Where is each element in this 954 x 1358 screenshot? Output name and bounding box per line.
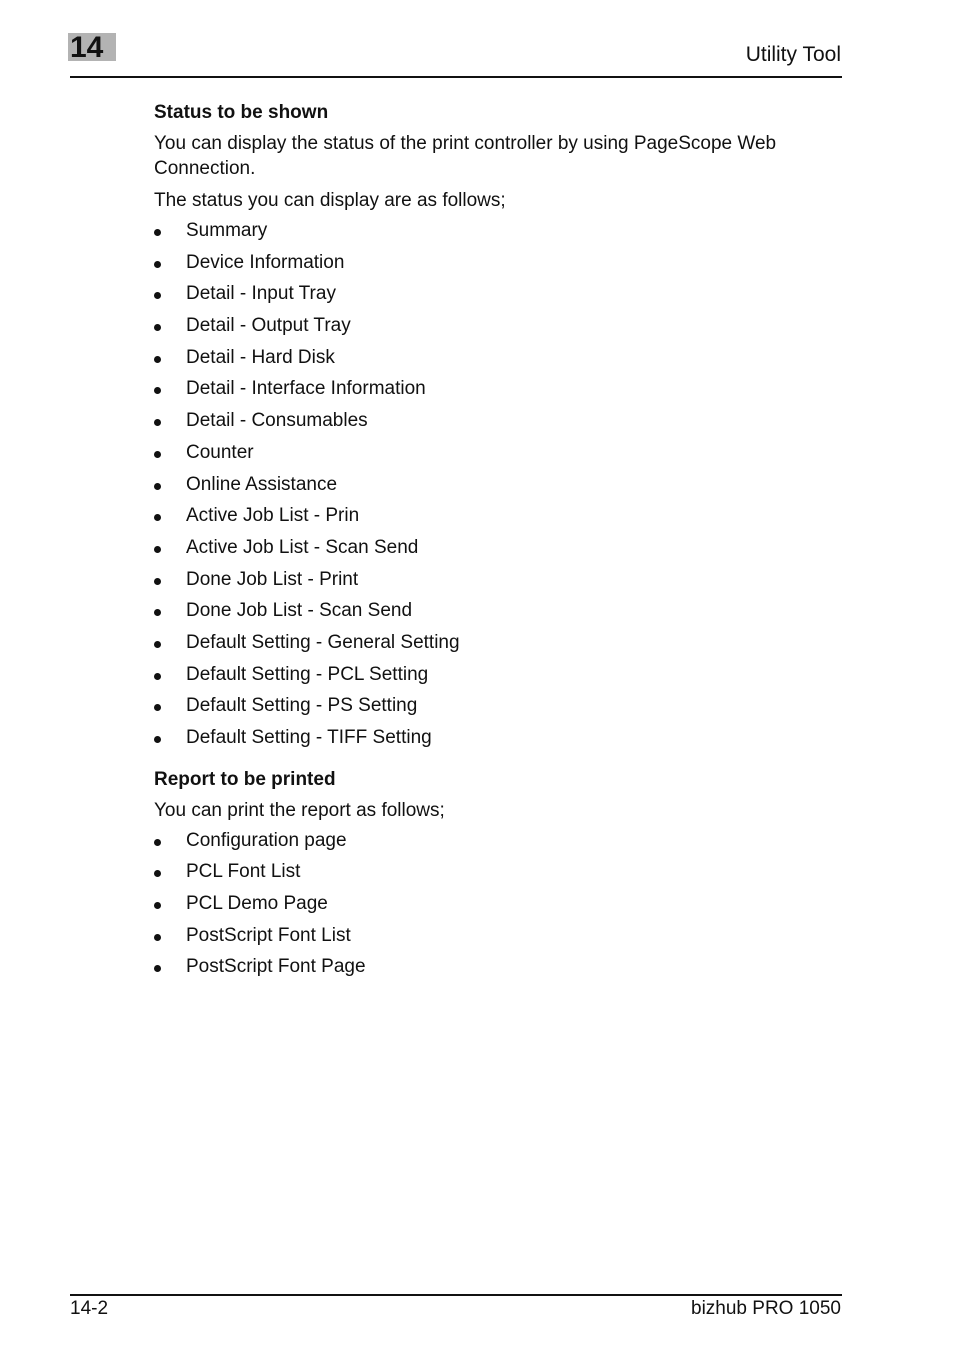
bullet-icon	[154, 482, 161, 490]
list-item-text: Default Setting - General Setting	[186, 631, 460, 653]
list-item-text: Default Setting - PS Setting	[186, 695, 418, 717]
list-item: Detail - Interface Information	[154, 377, 854, 409]
list-item: Active Job List - Prin	[154, 504, 854, 536]
bullet-icon	[154, 514, 161, 522]
list-item-text: Done Job List - Print	[186, 568, 359, 590]
chapter-number: 14	[70, 31, 104, 64]
bullet-icon	[154, 704, 161, 712]
bullet-icon	[154, 419, 161, 427]
list-item-text: Detail - Input Tray	[186, 283, 336, 305]
report-lead: You can print the report as follows;	[154, 799, 445, 821]
list-item: Detail - Input Tray	[154, 282, 854, 314]
status-lead: The status you can display are as follow…	[154, 190, 506, 211]
header-title: Utility Tool	[745, 43, 841, 66]
list-item: Active Job List - Scan Send	[154, 536, 854, 568]
footer-divider	[70, 1294, 842, 1296]
list-item: Summary	[154, 219, 854, 251]
bullet-icon	[154, 577, 161, 585]
list-item: Default Setting - PCL Setting	[154, 663, 854, 695]
bullet-icon	[154, 902, 161, 910]
list-item-text: PostScript Font Page	[186, 956, 366, 978]
list-item-text: PostScript Font List	[186, 924, 351, 946]
list-item-text: Detail - Hard Disk	[186, 346, 335, 368]
bullet-icon	[154, 355, 161, 363]
bullet-icon	[154, 292, 161, 300]
bullet-icon	[154, 870, 161, 878]
bullet-icon	[154, 450, 161, 458]
list-item: Counter	[154, 441, 854, 473]
list-item-text: Online Assistance	[186, 473, 338, 495]
bullet-icon	[154, 640, 161, 648]
list-item: PostScript Font Page	[154, 955, 854, 987]
list-item: PostScript Font List	[154, 924, 854, 956]
bullet-icon	[154, 672, 161, 680]
list-item: Default Setting - TIFF Setting	[154, 726, 854, 758]
list-item-text: Configuration page	[186, 829, 347, 851]
list-item: Detail - Consumables	[154, 409, 854, 441]
list-item: Default Setting - PS Setting	[154, 694, 854, 726]
list-item-text: Detail - Interface Information	[186, 378, 426, 400]
section-heading-report: Report to be printed	[154, 768, 336, 790]
list-item: Default Setting - General Setting	[154, 631, 854, 663]
list-item: Configuration page	[154, 829, 854, 861]
bullet-icon	[154, 387, 161, 395]
status-intro: You can display the status of the print …	[154, 133, 777, 179]
list-item: Detail - Hard Disk	[154, 346, 854, 378]
list-item-text: Detail - Consumables	[186, 410, 368, 432]
list-item-text: Default Setting - PCL Setting	[186, 663, 429, 685]
list-item: Done Job List - Scan Send	[154, 599, 854, 631]
bullet-icon	[154, 324, 161, 332]
report-list: Configuration page PCL Font List PCL Demo …	[154, 829, 854, 987]
bullet-icon	[154, 965, 161, 973]
list-item: Device Information	[154, 251, 854, 283]
bullet-icon	[154, 260, 161, 268]
page-number: 14-2	[70, 1298, 109, 1319]
bullet-icon	[154, 229, 161, 236]
page-content: Status to be shown You can display the s…	[154, 100, 854, 987]
section-heading-status: Status to be shown	[154, 102, 329, 123]
list-item: Done Job List - Print	[154, 568, 854, 600]
bullet-icon	[154, 545, 161, 553]
list-item-text: Done Job List - Scan Send	[186, 600, 413, 622]
list-item-text: Summary	[186, 220, 268, 241]
list-item: PCL Demo Page	[154, 892, 854, 924]
list-item-text: Default Setting - TIFF Setting	[186, 727, 432, 748]
list-item-text: Detail - Output Tray	[186, 315, 351, 337]
list-item: Online Assistance	[154, 473, 854, 505]
bullet-icon	[154, 838, 161, 846]
header-divider	[70, 76, 842, 78]
list-item-text: Active Job List - Scan Send	[186, 536, 419, 558]
list-item-text: PCL Font List	[186, 861, 301, 883]
list-item-text: PCL Demo Page	[186, 893, 328, 915]
list-item-text: Active Job List - Prin	[186, 505, 360, 527]
list-item: Detail - Output Tray	[154, 314, 854, 346]
status-list: Summary Device Information Detail - Input …	[154, 219, 854, 758]
bullet-icon	[154, 933, 161, 941]
list-item-text: Counter	[186, 441, 254, 463]
bullet-icon	[154, 609, 161, 617]
list-item: PCL Font List	[154, 860, 854, 892]
list-item-text: Device Information	[186, 251, 345, 273]
bullet-icon	[154, 736, 161, 743]
product-name: bizhub PRO 1050	[691, 1298, 841, 1319]
